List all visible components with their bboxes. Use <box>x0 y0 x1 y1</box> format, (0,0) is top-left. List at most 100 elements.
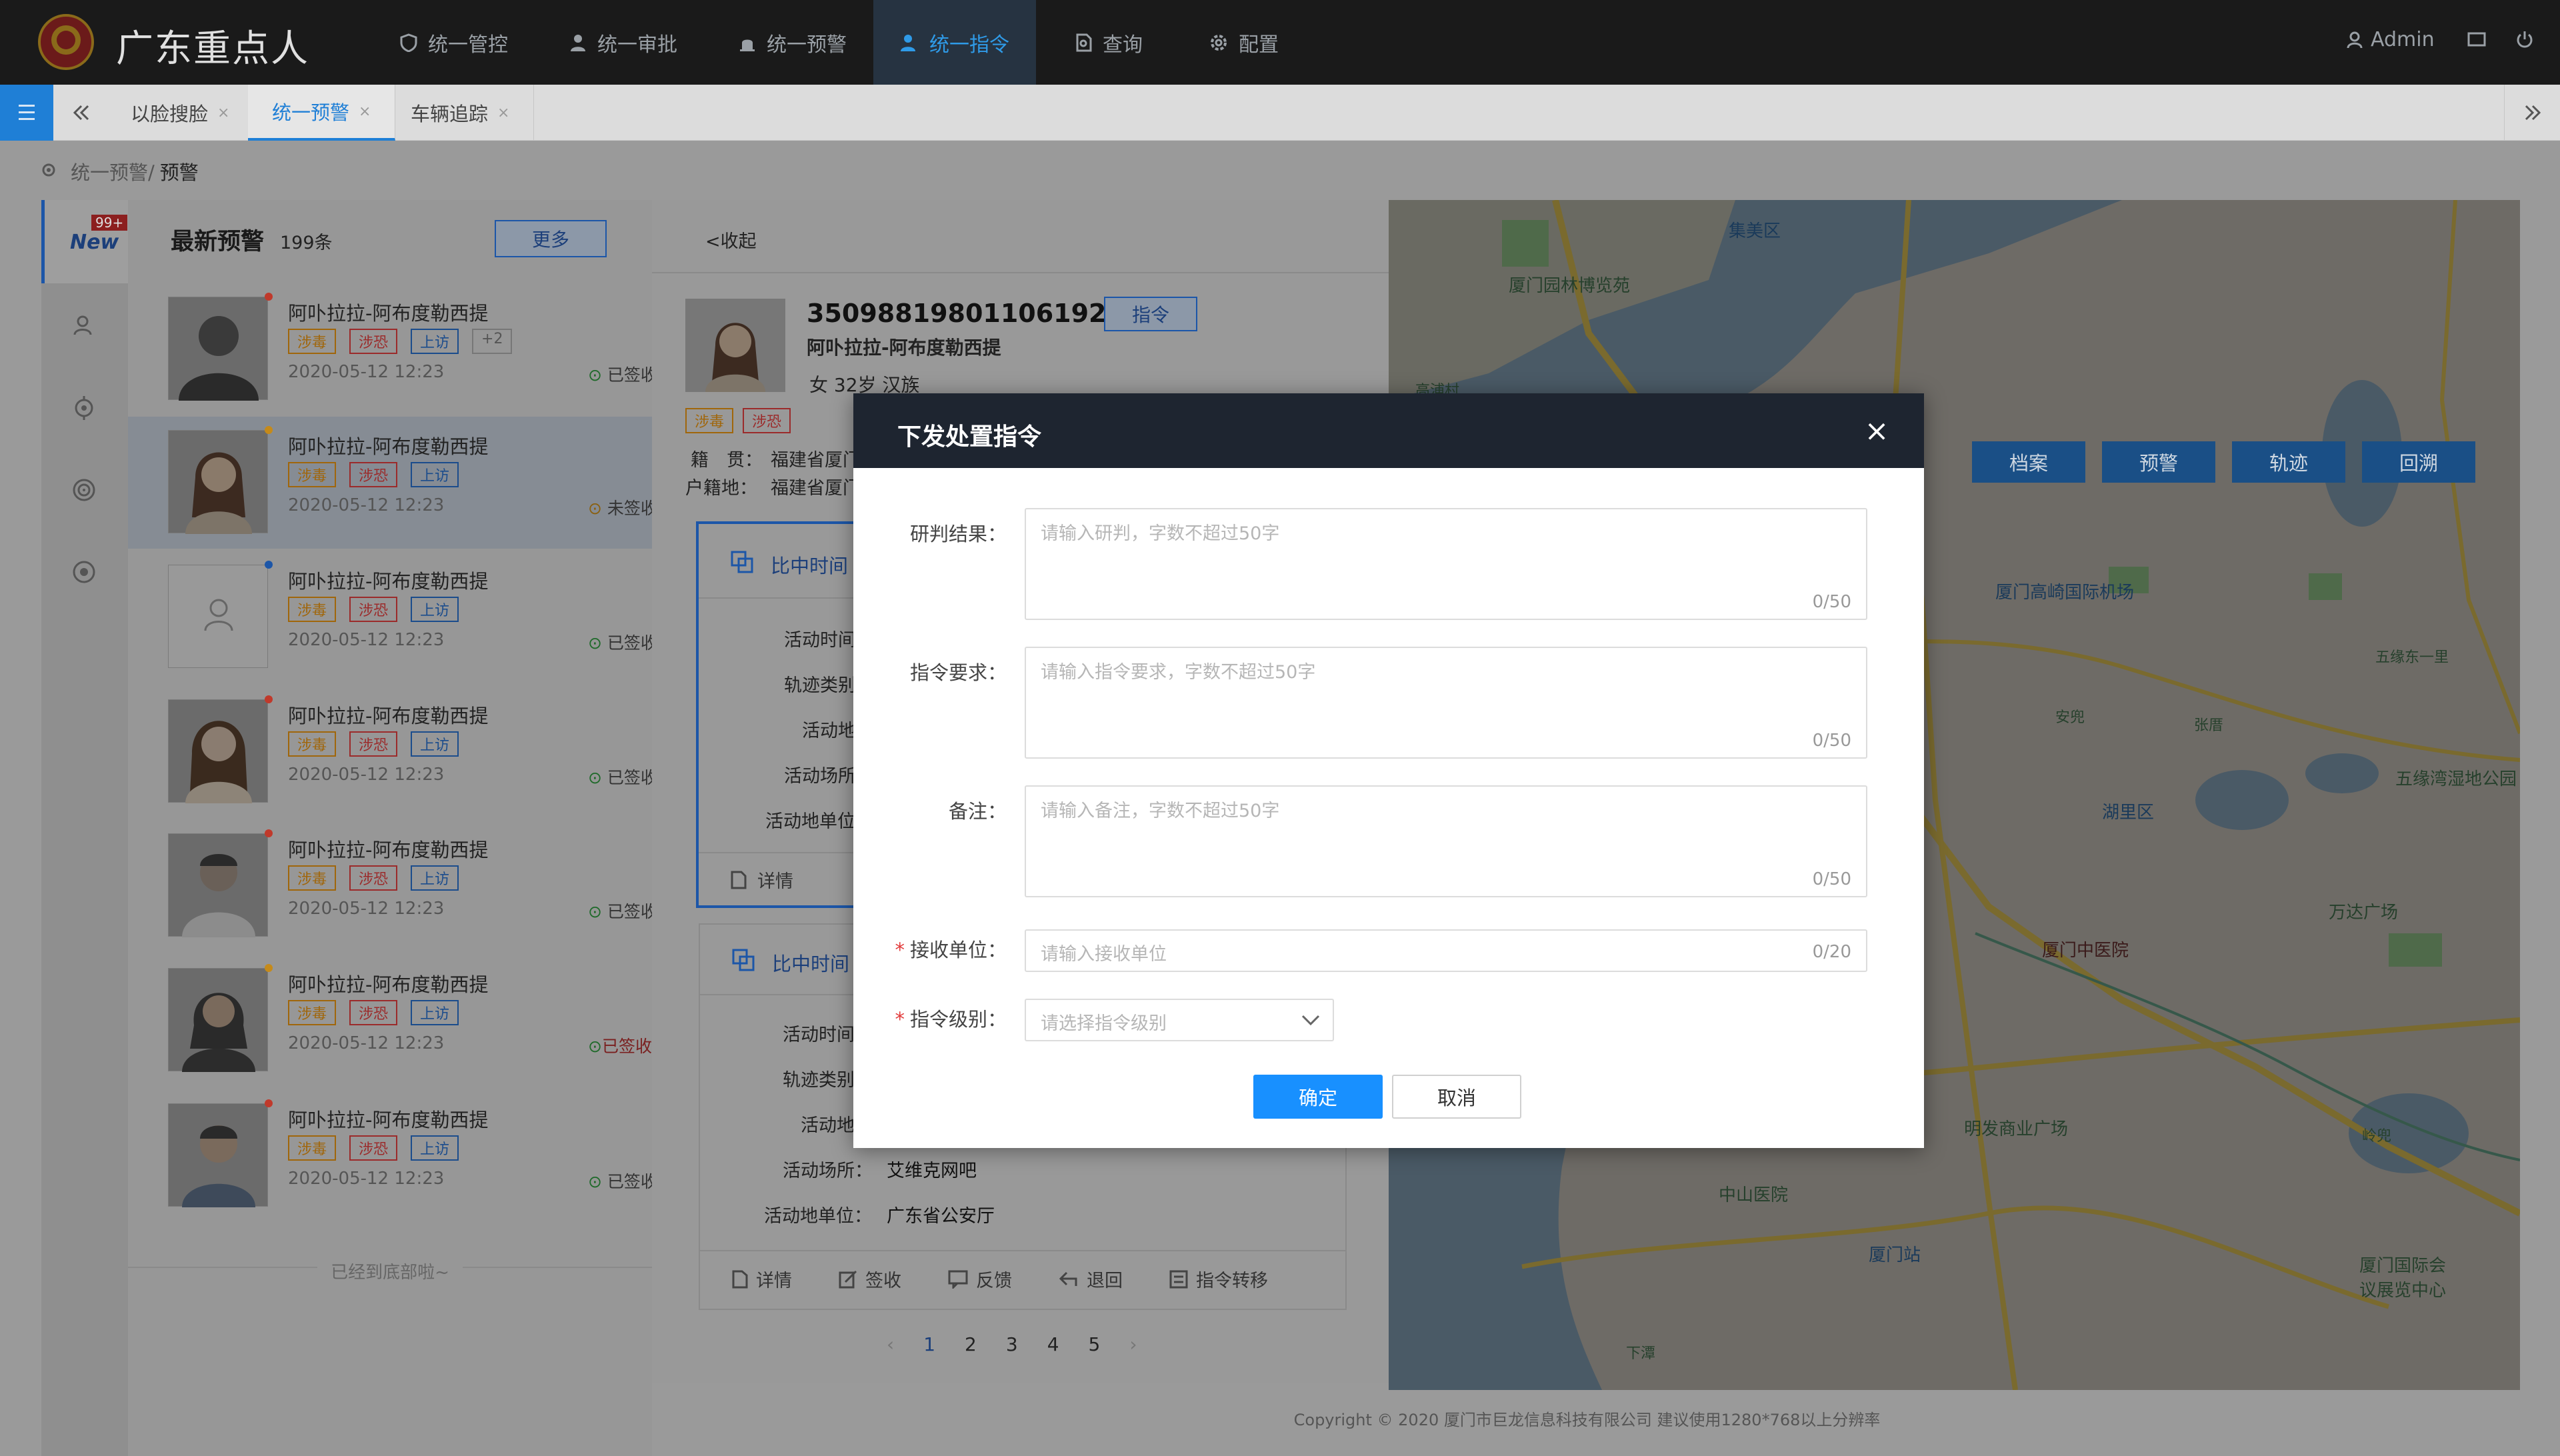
close-icon[interactable]: × <box>217 105 229 121</box>
power-icon[interactable] <box>2515 30 2535 50</box>
page-3[interactable]: 3 <box>1006 1333 1018 1355</box>
command-requirement-textarea[interactable]: 请输入指令要求，字数不超过50字 0/50 <box>1025 647 1867 759</box>
tag-terror: 涉恐 <box>349 1135 398 1161</box>
track-button[interactable]: 轨迹 <box>2232 441 2345 483</box>
alert-list-item[interactable]: 阿卟拉拉-阿布度勒西提 涉毒 涉恐 上访 2020-05-12 12:23 ⊙ … <box>168 558 657 671</box>
alert-time: 2020-05-12 12:23 <box>288 1169 445 1189</box>
field-label: 轨迹类别 <box>784 675 856 696</box>
remark-textarea[interactable]: 请输入备注，字数不超过50字 0/50 <box>1025 785 1867 897</box>
transfer-action[interactable]: 指令转移 <box>1169 1266 1268 1292</box>
unread-badge: 99+ <box>91 215 128 231</box>
sign-status: ⊙ 已签收 <box>588 899 657 923</box>
close-icon[interactable]: × <box>1860 415 1893 448</box>
tag-drug: 涉毒 <box>288 597 337 622</box>
cancel-button[interactable]: 取消 <box>1392 1075 1521 1119</box>
nav-config[interactable]: 配置 <box>1183 0 1305 85</box>
placeholder: 请输入接收单位 <box>1041 944 1167 965</box>
record-icon[interactable] <box>71 559 97 585</box>
gear-icon <box>1211 34 1227 51</box>
alert-count: 199条 <box>280 233 333 253</box>
map-label: 厦门中医院 <box>2042 941 2129 961</box>
nav-unified-command[interactable]: 统一指令 <box>873 0 1036 85</box>
sign-action[interactable]: 签收 <box>839 1266 901 1292</box>
check-circle-icon: ⊙ <box>588 633 602 653</box>
tag-list: 涉毒 涉恐 上访 <box>288 865 459 891</box>
confirm-button[interactable]: 确定 <box>1253 1075 1383 1119</box>
person-name: 阿卟拉拉-阿布度勒西提 <box>288 302 489 325</box>
feedback-action[interactable]: 反馈 <box>948 1266 1012 1292</box>
map-label: 集美区 <box>1729 221 1781 241</box>
status-dot <box>265 426 273 434</box>
next-page-icon[interactable]: › <box>1129 1333 1137 1355</box>
native-place-label: 籍 贯： <box>691 450 763 471</box>
required-mark: * <box>895 939 905 961</box>
return-action[interactable]: 退回 <box>1059 1266 1123 1292</box>
tag-terror: 涉恐 <box>743 408 791 433</box>
command-button[interactable]: 指令 <box>1104 297 1197 331</box>
person-avatar <box>168 699 268 803</box>
tag-list: 涉毒 涉恐 上访 <box>288 462 459 487</box>
nav-unified-approval[interactable]: 统一审批 <box>543 0 704 85</box>
action-label: 详情 <box>757 871 793 892</box>
nav-unified-warning[interactable]: 统一预警 <box>712 0 873 85</box>
person-icon[interactable] <box>72 313 96 337</box>
more-button[interactable]: 更多 <box>495 220 607 257</box>
tab-vehicle-tracking[interactable]: 车辆追踪 × <box>387 85 535 141</box>
tab-face-search[interactable]: 以脸搜脸 × <box>107 85 255 141</box>
page-1[interactable]: 1 <box>923 1333 935 1355</box>
prev-page-icon[interactable]: ‹ <box>887 1333 894 1355</box>
transfer-icon <box>1169 1270 1188 1288</box>
breadcrumb-parent[interactable]: 统一预警/ <box>71 157 155 185</box>
top-navigation-bar: 广东重点人 统一管控 统一审批 统一预警 统一指令 查询 配置 Admin <box>0 0 2560 85</box>
nav-query[interactable]: 查询 <box>1049 0 1169 85</box>
nav-unified-control[interactable]: 统一管控 <box>373 0 535 85</box>
breadcrumb-current: 预警 <box>159 161 199 184</box>
person-name: 阿卟拉拉-阿布度勒西提 <box>288 839 489 861</box>
details-action[interactable]: 详情 <box>732 1266 792 1292</box>
undo-icon <box>1059 1271 1077 1286</box>
user-menu[interactable]: Admin <box>2347 28 2535 51</box>
field-label: 活动场所： <box>783 1161 873 1181</box>
page-5[interactable]: 5 <box>1089 1333 1101 1355</box>
check-circle-icon: ⊙ <box>588 1172 602 1191</box>
placeholder: 请输入备注，字数不超过50字 <box>1041 801 1280 821</box>
field-label: 活动地 <box>801 1115 855 1136</box>
list-title: 最新预警 <box>171 229 265 255</box>
tag-more[interactable]: +2 <box>472 329 513 354</box>
message-icon[interactable] <box>2467 31 2487 49</box>
alert-list-item[interactable]: 阿卟拉拉-阿布度勒西提 涉毒 涉恐 上访 2020-05-12 12:23 ⊙ … <box>168 693 657 806</box>
check-circle-icon: ⊙ <box>588 365 602 385</box>
details-action[interactable]: 详情 <box>731 867 793 893</box>
new-alerts-tab[interactable]: New 99+ <box>41 200 128 283</box>
archive-button[interactable]: 档案 <box>1972 441 2085 483</box>
sign-status-text: 未签收 <box>607 499 657 518</box>
menu-toggle-button[interactable] <box>0 85 53 141</box>
page-4[interactable]: 4 <box>1047 1333 1059 1355</box>
alert-list-item[interactable]: 阿卟拉拉-阿布度勒西提 涉毒 涉恐 上访 2020-05-12 12:23 ⊙ … <box>168 827 657 940</box>
judgment-result-textarea[interactable]: 请输入研判，字数不超过50字 0/50 <box>1025 508 1867 620</box>
close-icon[interactable]: × <box>359 103 371 120</box>
replay-button[interactable]: 回溯 <box>2362 441 2475 483</box>
radar-icon[interactable] <box>71 477 97 503</box>
alert-list-item[interactable]: 阿卟拉拉-阿布度勒西提 涉毒 涉恐 上访 +2 2020-05-12 12:23… <box>168 290 657 403</box>
app-title: 广东重点人 <box>116 27 309 71</box>
alert-list-item-selected[interactable]: 阿卟拉拉-阿布度勒西提 涉毒 涉恐 上访 2020-05-12 12:23 ⊙ … <box>128 417 657 549</box>
page-2[interactable]: 2 <box>965 1333 977 1355</box>
police-emblem-logo <box>37 13 95 71</box>
collapse-link[interactable]: <收起 <box>705 227 757 253</box>
close-icon[interactable]: × <box>497 105 509 121</box>
warning-button[interactable]: 预警 <box>2102 441 2215 483</box>
field-label: 活动地单位 <box>765 811 855 832</box>
alert-list-item[interactable]: 阿卟拉拉-阿布度勒西提 涉毒 涉恐 上访 2020-05-12 12:23 ⊙ … <box>168 1097 657 1210</box>
location-pin-icon <box>42 163 55 177</box>
tabs-scroll-left-button[interactable] <box>53 85 107 141</box>
map-label: 明发商业广场 <box>1964 1119 2069 1139</box>
tag-list: 涉毒 涉恐 上访 <box>288 1135 459 1161</box>
command-level-select[interactable]: 请选择指令级别 <box>1025 999 1334 1041</box>
target-icon[interactable] <box>71 395 97 421</box>
tab-unified-warning[interactable]: 统一预警 × <box>248 85 396 141</box>
receiving-unit-input[interactable]: 请输入接收单位 0/20 <box>1025 929 1867 972</box>
tabs-scroll-right-button[interactable] <box>2504 85 2560 141</box>
placeholder: 请输入研判，字数不超过50字 <box>1041 523 1280 544</box>
alert-list-item[interactable]: 阿卟拉拉-阿布度勒西提 涉毒 涉恐 上访 2020-05-12 12:23 ⊙已… <box>168 961 652 1075</box>
